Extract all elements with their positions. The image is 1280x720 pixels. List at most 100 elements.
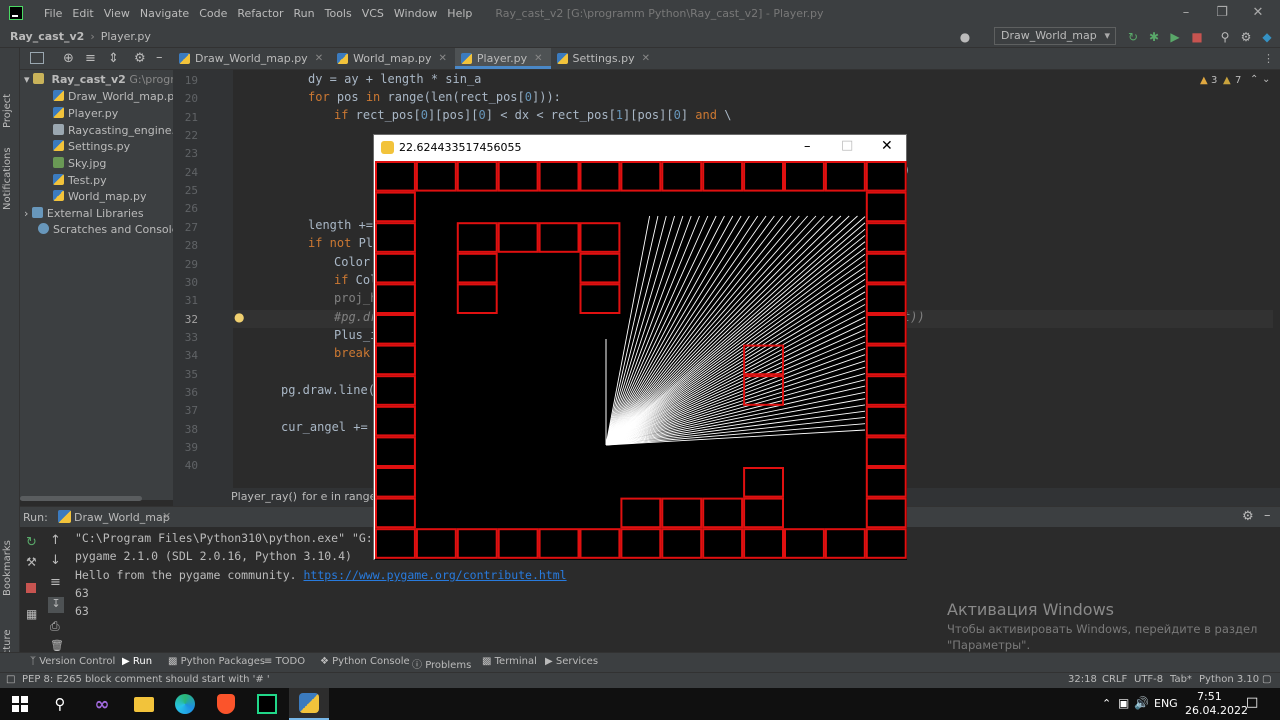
start-button[interactable] — [0, 688, 40, 720]
horizontal-scrollbar[interactable] — [20, 496, 142, 501]
network-icon[interactable]: ▣ — [1118, 696, 1129, 710]
menu-run[interactable]: Run — [289, 7, 320, 20]
clock-date[interactable]: 26.04.2022 — [1185, 704, 1248, 717]
tool-python-packages[interactable]: ▩ Python Packages — [168, 656, 265, 667]
tree-file-draw-world-map[interactable]: Draw_World_map.py — [53, 89, 181, 105]
caret-position[interactable]: 32:18 — [1068, 674, 1097, 685]
close-icon[interactable]: ✕ — [1240, 0, 1276, 26]
menu-view[interactable]: View — [99, 7, 135, 20]
code-with-me-icon[interactable]: ◆ — [1260, 30, 1274, 44]
menu-window[interactable]: Window — [389, 7, 442, 20]
soft-wrap-icon[interactable]: ≡ — [50, 575, 61, 590]
tree-scratches[interactable]: Scratches and Consoles — [38, 222, 184, 238]
breadcrumb-file[interactable]: Player.py — [95, 30, 151, 43]
menu-tools[interactable]: Tools — [320, 7, 357, 20]
search-icon[interactable]: ⚲ — [1218, 30, 1232, 44]
rerun-icon[interactable]: ↻ — [1126, 30, 1140, 44]
arrow-down-icon[interactable]: ↓ — [50, 553, 61, 568]
visual-studio-icon[interactable]: ∞ — [82, 688, 122, 720]
locate-icon[interactable]: ⊕ — [63, 51, 74, 66]
user-icon[interactable]: ● — [958, 30, 972, 44]
edge-browser-icon[interactable] — [165, 688, 205, 720]
tab-player[interactable]: Player.py ✕ — [454, 48, 551, 69]
tree-file-settings[interactable]: Settings.py — [53, 139, 130, 155]
close-tab-icon[interactable]: ✕ — [642, 53, 650, 64]
layout-icon[interactable]: ▦ — [26, 607, 37, 621]
tree-file-world-map[interactable]: World_map.py — [53, 189, 146, 205]
tab-settings[interactable]: Settings.py ✕ — [551, 48, 659, 69]
tree-file-player[interactable]: Player.py — [53, 106, 118, 122]
run-config-tab[interactable]: Draw_World_map — [74, 511, 170, 524]
tool-version-control[interactable]: ᛉ Version Control — [30, 656, 115, 667]
weak-warning-icon[interactable]: ▲ — [1223, 75, 1231, 86]
close-tab-icon[interactable]: ✕ — [315, 53, 323, 64]
expand-icon[interactable]: ⇕ — [108, 51, 119, 66]
pycharm-taskbar-icon[interactable] — [247, 688, 287, 720]
close-tab-icon[interactable]: ✕ — [439, 53, 447, 64]
line-separator[interactable]: CRLF — [1102, 674, 1127, 685]
lightbulb-icon[interactable]: ● — [234, 310, 244, 324]
chevron-up-icon[interactable]: ⌃ — [1250, 74, 1258, 85]
print-icon[interactable]: ⎙ — [50, 619, 60, 634]
gear-icon[interactable]: ⚙ — [134, 51, 146, 66]
collapse-all-icon[interactable]: ≡ — [85, 51, 96, 66]
console-link[interactable]: https://www.pygame.org/contribute.html — [303, 568, 566, 582]
file-encoding[interactable]: UTF-8 — [1134, 674, 1163, 685]
tree-external-libraries[interactable]: › External Libraries — [24, 206, 144, 222]
pygame-window[interactable]: 22.624433517456055 – □ ✕ — [373, 134, 907, 560]
coverage-icon[interactable]: ▶ — [1168, 30, 1182, 44]
menu-file[interactable]: File — [39, 7, 67, 20]
clock-time[interactable]: 7:51 — [1197, 690, 1222, 703]
arrow-up-icon[interactable]: ↑ — [50, 533, 61, 548]
breadcrumb-project[interactable]: Ray_cast_v2 — [0, 30, 84, 43]
maximize-icon[interactable]: ❐ — [1204, 0, 1240, 26]
menu-refactor[interactable]: Refactor — [232, 7, 288, 20]
tree-file-raycasting-zip[interactable]: Raycasting_engine.zip — [53, 123, 191, 139]
chevron-up-icon[interactable]: ⌃ — [1102, 697, 1111, 710]
menu-edit[interactable]: Edit — [67, 7, 98, 20]
volume-icon[interactable]: 🔊 — [1134, 696, 1149, 710]
run-configuration-select[interactable]: Draw_World_map ▾ — [994, 27, 1116, 45]
menu-navigate[interactable]: Navigate — [135, 7, 194, 20]
warning-icon[interactable]: ▲ — [1200, 75, 1208, 86]
hide-icon[interactable]: – — [156, 50, 163, 65]
tool-run[interactable]: ▶ Run — [122, 656, 152, 667]
gear-icon[interactable]: ⚙ — [1242, 509, 1254, 524]
python-taskbar-icon[interactable] — [289, 688, 329, 720]
pygame-title-bar[interactable]: 22.624433517456055 – □ ✕ — [374, 135, 906, 160]
scroll-to-end-icon[interactable]: ↧ — [48, 597, 64, 613]
search-icon[interactable]: ⚲ — [40, 688, 80, 720]
menu-help[interactable]: Help — [442, 7, 477, 20]
lock-icon[interactable]: ▢ — [1262, 674, 1271, 685]
menu-vcs[interactable]: VCS — [357, 7, 389, 20]
menu-code[interactable]: Code — [194, 7, 232, 20]
notifications-tool-button[interactable]: Notifications — [2, 147, 13, 210]
stop-icon[interactable] — [26, 583, 36, 593]
minimize-icon[interactable]: – — [804, 139, 811, 154]
python-interpreter[interactable]: Python 3.10 — [1199, 674, 1259, 685]
tool-services[interactable]: ▶ Services — [545, 656, 598, 667]
language-indicator[interactable]: ENG — [1154, 697, 1178, 710]
close-tab-icon[interactable]: ✕ — [162, 510, 171, 523]
tab-draw-world-map[interactable]: Draw_World_map.py ✕ — [173, 48, 331, 69]
stop-icon[interactable]: ■ — [1190, 30, 1204, 44]
rerun-icon[interactable]: ↻ — [26, 535, 37, 550]
project-tool-button[interactable]: Project — [2, 94, 13, 128]
more-tabs-icon[interactable]: ⋮ — [1263, 52, 1274, 65]
tree-file-test[interactable]: Test.py — [53, 173, 107, 189]
close-tab-icon[interactable]: ✕ — [534, 53, 542, 64]
brave-browser-icon[interactable] — [206, 688, 246, 720]
tool-terminal[interactable]: ▩ Terminal — [482, 656, 537, 667]
tool-problems[interactable]: ⓘ Problems — [412, 656, 471, 671]
indent-setting[interactable]: Tab* — [1170, 674, 1192, 685]
tab-world-map[interactable]: World_map.py ✕ — [331, 48, 455, 69]
bookmarks-tool-button[interactable]: Bookmarks — [2, 540, 13, 596]
raycast-canvas[interactable] — [375, 161, 907, 560]
chevron-down-icon[interactable]: ⌄ — [1262, 74, 1270, 85]
layout-icon[interactable] — [30, 52, 44, 64]
notification-center-icon[interactable]: □ — [1246, 695, 1258, 710]
tool-todo[interactable]: ≡ TODO — [264, 656, 305, 667]
hide-icon[interactable]: – — [1264, 508, 1271, 523]
file-explorer-icon[interactable] — [124, 688, 164, 720]
debug-icon[interactable]: ✱ — [1147, 30, 1161, 44]
